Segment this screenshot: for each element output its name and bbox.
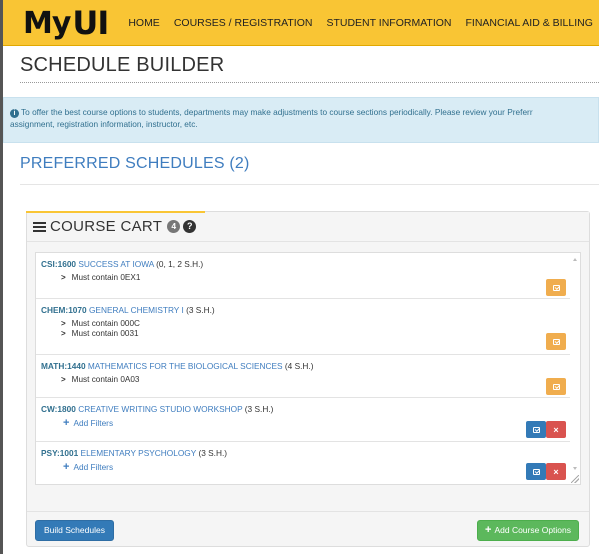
scroll-down-arrow-icon[interactable] — [573, 467, 577, 470]
chevron-right-icon: > — [61, 375, 66, 384]
add-filters-label: Add Filters — [73, 462, 114, 472]
checkbox-icon — [552, 284, 560, 291]
course-hours: (0, 1, 2 S.H.) — [156, 259, 204, 269]
add-course-options-label: Add Course Options — [494, 525, 571, 535]
filter-text: Must contain 0A03 — [71, 375, 140, 384]
select-sections-button[interactable] — [526, 463, 546, 480]
course-cart-title: COURSE CART — [50, 218, 163, 235]
course-count-badge: 4 — [167, 220, 181, 233]
course-name[interactable]: MATHEMATICS FOR THE BIOLOGICAL SCIENCES — [88, 361, 283, 371]
add-course-options-button[interactable]: + Add Course Options — [477, 520, 579, 541]
plus-icon: + — [63, 417, 70, 429]
select-sections-button[interactable] — [546, 279, 566, 296]
list-scrollbar[interactable] — [570, 253, 580, 484]
info-alert: i To offer the best course options to stu… — [3, 97, 599, 143]
course-code[interactable]: MATH:1440 — [41, 361, 86, 371]
course-item: CHEM:1070 GENERAL CHEMISTRY I (3 S.H.) >… — [36, 299, 580, 355]
select-sections-button[interactable] — [546, 333, 566, 350]
course-hours: (3 S.H.) — [198, 448, 228, 458]
add-filters-link[interactable]: + Add Filters — [63, 417, 580, 429]
add-filters-link[interactable]: + Add Filters — [63, 461, 580, 473]
chevron-right-icon: > — [61, 273, 66, 282]
course-code[interactable]: PSY:1001 — [41, 448, 78, 458]
select-sections-button[interactable] — [546, 378, 566, 395]
info-icon: i — [10, 109, 19, 118]
tab-accent-bar — [26, 211, 205, 213]
nav-link-courses-registration[interactable]: COURSES / REGISTRATION — [174, 17, 313, 29]
course-item: PSY:1001 ELEMENTARY PSYCHOLOGY (3 S.H.) … — [36, 442, 580, 484]
help-icon[interactable]: ? — [183, 220, 197, 233]
nav-link-home[interactable]: HOME — [128, 17, 160, 29]
course-item: MATH:1440 MATHEMATICS FOR THE BIOLOGICAL… — [36, 355, 580, 398]
close-icon: × — [553, 466, 559, 477]
course-name[interactable]: GENERAL CHEMISTRY I — [89, 305, 184, 315]
course-item: CW:1800 CREATIVE WRITING STUDIO WORKSHOP… — [36, 398, 580, 442]
resize-grip-icon[interactable] — [571, 475, 579, 483]
course-code[interactable]: CHEM:1070 — [41, 305, 87, 315]
course-hours: (4 S.H.) — [284, 361, 314, 371]
course-name[interactable]: ELEMENTARY PSYCHOLOGY — [81, 448, 197, 458]
remove-course-button[interactable]: × — [546, 463, 566, 480]
info-text-line1: To offer the best course options to stud… — [21, 107, 533, 117]
build-schedules-button[interactable]: Build Schedules — [35, 520, 114, 541]
preferred-divider — [20, 184, 599, 185]
course-hours: (3 S.H.) — [186, 305, 215, 315]
close-icon: × — [553, 424, 559, 435]
title-divider — [20, 82, 599, 83]
plus-icon: + — [63, 461, 70, 473]
myui-logo[interactable]: My UI — [23, 3, 109, 42]
checkbox-icon — [532, 468, 540, 475]
nav-link-financial-aid-billing[interactable]: FINANCIAL AID & BILLING — [466, 17, 593, 29]
checkbox-icon — [532, 426, 540, 433]
checkbox-icon — [552, 383, 560, 390]
course-cart-panel: COURSE CART 4 ? CSI:1600 SUCCESS AT IOWA… — [26, 211, 590, 547]
info-text-line2: assignment, registration information, in… — [10, 119, 198, 130]
logo-ui: UI — [72, 3, 109, 42]
add-filters-label: Add Filters — [73, 418, 114, 428]
plus-icon: + — [485, 524, 492, 536]
select-sections-button[interactable] — [526, 421, 546, 438]
course-item: CSI:1600 SUCCESS AT IOWA (0, 1, 2 S.H.) … — [36, 253, 580, 299]
preferred-schedules-heading[interactable]: PREFERRED SCHEDULES (2) — [20, 155, 250, 173]
remove-course-button[interactable]: × — [546, 421, 566, 438]
course-name[interactable]: SUCCESS AT IOWA — [78, 259, 153, 269]
chevron-right-icon: > — [61, 319, 66, 328]
course-code[interactable]: CW:1800 — [41, 404, 76, 414]
chevron-right-icon: > — [61, 329, 66, 338]
course-list[interactable]: CSI:1600 SUCCESS AT IOWA (0, 1, 2 S.H.) … — [35, 252, 581, 485]
filter-text: Must contain 0EX1 — [71, 273, 141, 282]
top-navigation-bar: My UI HOME COURSES / REGISTRATION STUDENT… — [3, 0, 599, 46]
list-icon — [33, 221, 46, 233]
logo-my: My — [23, 5, 71, 41]
page-title: SCHEDULE BUILDER — [20, 54, 225, 76]
checkbox-icon — [552, 338, 560, 345]
left-edge-rule — [0, 0, 3, 554]
nav-link-student-information[interactable]: STUDENT INFORMATION — [326, 17, 451, 29]
course-code[interactable]: CSI:1600 — [41, 259, 76, 269]
scroll-up-arrow-icon[interactable] — [573, 258, 577, 261]
course-name[interactable]: CREATIVE WRITING STUDIO WORKSHOP — [78, 404, 242, 414]
filter-text: Must contain 0031 — [71, 329, 139, 338]
filter-text: Must contain 000C — [71, 319, 140, 328]
course-hours: (3 S.H.) — [244, 404, 274, 414]
course-cart-header: COURSE CART 4 ? — [26, 211, 589, 242]
cart-footer-divider — [27, 511, 589, 512]
